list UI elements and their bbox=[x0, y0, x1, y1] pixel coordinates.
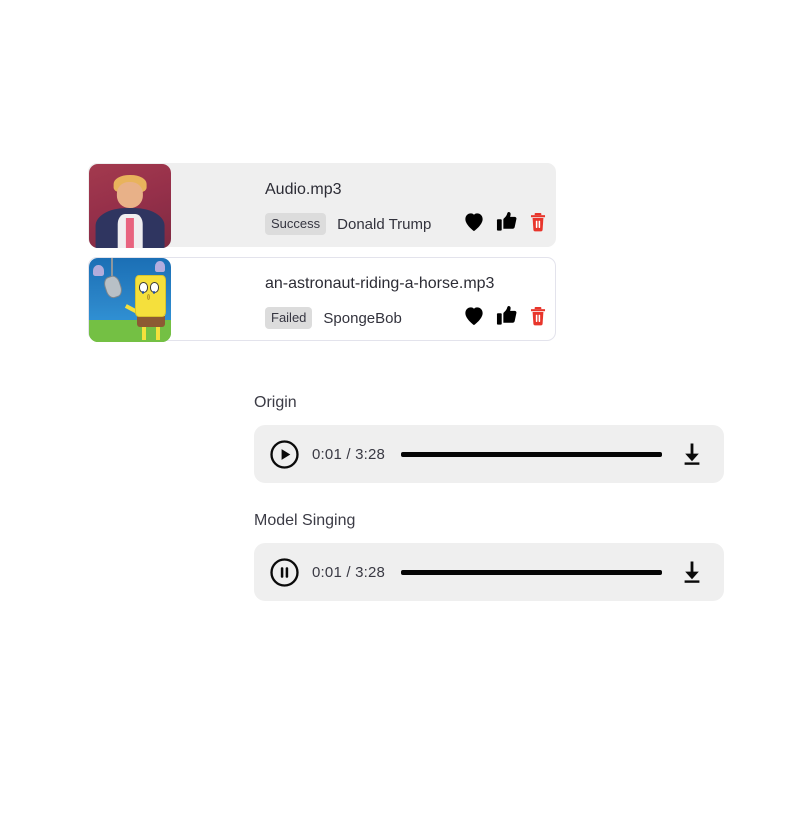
model-singing-player-label: Model Singing bbox=[254, 512, 356, 529]
origin-time-display: 0:01 / 3:28 bbox=[312, 445, 386, 463]
audio-file-details: Audio.mp3 Success Donald Trump bbox=[265, 164, 555, 246]
audio-file-actions bbox=[463, 305, 547, 326]
app-root: Audio.mp3 Success Donald Trump an-astron… bbox=[0, 0, 812, 816]
download-icon[interactable] bbox=[678, 440, 706, 468]
model-singing-audio-player: 0:01 / 3:28 bbox=[254, 543, 724, 601]
trash-icon[interactable] bbox=[529, 306, 547, 326]
speaker-name: Donald Trump bbox=[337, 215, 432, 233]
download-icon[interactable] bbox=[678, 558, 706, 586]
model-singing-player-section: Model Singing 0:01 / 3:28 bbox=[254, 511, 724, 601]
audio-file-details: an-astronaut-riding-a-horse.mp3 Failed S… bbox=[265, 258, 555, 340]
pause-button[interactable] bbox=[269, 557, 300, 588]
donald-trump-portrait-thumbnail bbox=[89, 164, 171, 248]
speaker-name: SpongeBob bbox=[323, 309, 402, 327]
status-badge: Success bbox=[265, 213, 327, 235]
progress-track bbox=[401, 569, 662, 575]
thumbs-up-icon[interactable] bbox=[496, 211, 518, 232]
origin-player-label: Origin bbox=[254, 394, 297, 411]
progress-track bbox=[401, 451, 662, 457]
audio-file-card[interactable]: Audio.mp3 Success Donald Trump bbox=[88, 163, 556, 248]
audio-file-actions bbox=[463, 211, 547, 232]
spongebob-underwater-thumbnail bbox=[89, 258, 171, 342]
play-button[interactable] bbox=[269, 439, 300, 470]
heart-icon[interactable] bbox=[463, 306, 485, 326]
thumbs-up-icon[interactable] bbox=[496, 305, 518, 326]
audio-file-card[interactable]: an-astronaut-riding-a-horse.mp3 Failed S… bbox=[88, 257, 556, 342]
trash-icon[interactable] bbox=[529, 212, 547, 232]
origin-audio-player: 0:01 / 3:28 bbox=[254, 425, 724, 483]
status-badge: Failed bbox=[265, 307, 313, 329]
audio-file-title: an-astronaut-riding-a-horse.mp3 bbox=[265, 275, 495, 292]
audio-file-list: Audio.mp3 Success Donald Trump an-astron… bbox=[88, 163, 556, 351]
origin-player-section: Origin 0:01 / 3:28 bbox=[254, 393, 724, 483]
heart-icon[interactable] bbox=[463, 212, 485, 232]
origin-progress-slider[interactable] bbox=[401, 444, 662, 464]
model-singing-time-display: 0:01 / 3:28 bbox=[312, 563, 386, 581]
model-singing-progress-slider[interactable] bbox=[401, 562, 662, 582]
audio-file-title: Audio.mp3 bbox=[265, 181, 342, 198]
